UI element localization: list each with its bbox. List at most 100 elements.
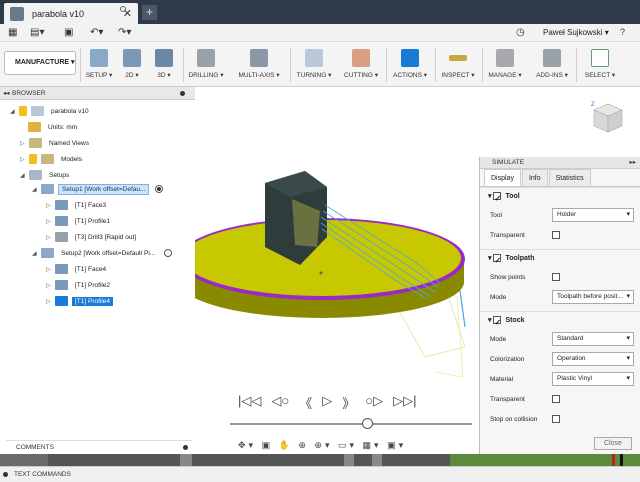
viewports-icon[interactable]: ▣▾	[387, 440, 406, 450]
operation-node[interactable]: ▷ [T1] Face3	[46, 198, 109, 212]
manage-group[interactable]: MANAGE ▾	[485, 45, 525, 85]
lightbulb-icon[interactable]	[29, 154, 37, 164]
tool-section[interactable]: ▾ Tool	[480, 187, 640, 208]
text-commands-icon[interactable]	[3, 472, 8, 477]
show-points-checkbox[interactable]	[552, 272, 560, 281]
expand-icon[interactable]: ◢	[10, 108, 19, 115]
grid-icon[interactable]: ▦▾	[363, 440, 382, 450]
zoom-window-icon[interactable]: ⊕▾	[314, 440, 332, 450]
named-views-node[interactable]: ▷ Named Views	[20, 136, 92, 150]
go-to-end-icon[interactable]: ▷▷|	[393, 393, 416, 412]
save-icon[interactable]: ▣	[64, 27, 73, 38]
tool-select[interactable]: Holder	[552, 208, 634, 222]
drilling-group[interactable]: DRILLING ▾	[186, 45, 226, 85]
simulation-timeline[interactable]	[0, 454, 640, 466]
browser-pin-icon[interactable]	[180, 91, 185, 96]
tab-display[interactable]: Display	[484, 169, 521, 186]
operation-node[interactable]: ▷ [T1] Profile1	[46, 214, 113, 228]
expand-icon[interactable]: ▷	[46, 298, 55, 305]
stock-section[interactable]: ▾ Stock	[480, 311, 640, 332]
setup2-node[interactable]: ◢ Setup2 [Work offset=Default Pi...	[32, 246, 173, 260]
operation-node[interactable]: ▷ [T1] Face4	[46, 262, 109, 276]
inspect-group[interactable]: INSPECT ▾	[438, 45, 478, 85]
look-at-icon[interactable]: ▣	[262, 440, 274, 450]
expand-icon[interactable]: ▷	[20, 140, 29, 147]
add-ins-group[interactable]: ADD-INS ▾	[532, 45, 572, 85]
rewind-icon[interactable]: 《	[299, 393, 312, 412]
expand-icon[interactable]: ▷	[46, 266, 55, 273]
simulation-slider-handle[interactable]	[362, 418, 373, 429]
models-node[interactable]: ▷ Models	[20, 152, 85, 166]
workspace-switcher[interactable]: MANUFACTURE ▾	[4, 51, 76, 75]
expand-icon[interactable]: ▷	[46, 234, 55, 241]
comments-panel[interactable]: COMMENTS	[6, 440, 192, 453]
lightbulb-icon[interactable]	[19, 106, 27, 116]
setups-node[interactable]: ◢ Setups	[20, 168, 72, 182]
multi-axis-group[interactable]: MULTI-AXIS ▾	[234, 45, 284, 85]
3d-group-label: 3D ▾	[157, 72, 171, 79]
zoom-icon[interactable]: ⊕	[298, 440, 309, 450]
expand-icon[interactable]: ▷	[20, 156, 29, 163]
stop-on-collision-checkbox[interactable]	[552, 414, 560, 423]
units-node[interactable]: Units: mm	[28, 120, 80, 134]
step-back-icon[interactable]: ◁○	[271, 393, 289, 412]
expand-icon[interactable]: ▷	[46, 202, 55, 209]
tool-transparent-checkbox[interactable]	[552, 230, 560, 239]
collapse-icon[interactable]: ◂◂	[3, 87, 10, 100]
expand-icon[interactable]: ▷	[46, 282, 55, 289]
tab-info[interactable]: Info	[521, 169, 548, 186]
stock-transparent-checkbox[interactable]	[552, 394, 560, 403]
select-group[interactable]: SELECT ▾	[580, 45, 620, 85]
browser-header[interactable]: ◂◂ BROWSER	[0, 87, 195, 100]
fast-forward-icon[interactable]: 》	[342, 393, 355, 412]
new-tab-button[interactable]: +	[142, 5, 157, 20]
actions-group[interactable]: ACTIONS ▾	[389, 45, 431, 85]
colorization-select[interactable]: Operation	[552, 352, 634, 366]
stock-checkbox[interactable]	[493, 314, 502, 332]
go-to-start-icon[interactable]: |◁◁	[238, 393, 261, 412]
expand-panel-icon[interactable]: ▸▸	[629, 157, 636, 169]
tab-statistics[interactable]: Statistics	[548, 169, 591, 186]
help-icon[interactable]: ?	[620, 27, 625, 37]
2d-group[interactable]: 2D ▾	[118, 45, 146, 85]
toolpath-section[interactable]: ▾ Toolpath	[480, 249, 640, 270]
tool-checkbox[interactable]	[493, 190, 502, 208]
document-tab[interactable]: parabola v10 ✕	[4, 3, 138, 24]
step-forward-icon[interactable]: ○▷	[365, 393, 383, 412]
comments-add-icon[interactable]	[183, 445, 188, 450]
display-settings-icon[interactable]: ▭▾	[338, 440, 357, 450]
toolpath-checkbox[interactable]	[493, 252, 502, 270]
job-status-icon[interactable]: ◷	[516, 27, 525, 38]
expand-icon[interactable]: ◢	[32, 186, 41, 193]
orbit-icon[interactable]: ✥▾	[238, 440, 256, 450]
active-setup-radio[interactable]	[155, 185, 164, 193]
3d-group[interactable]: 3D ▾	[150, 45, 178, 85]
tree-root[interactable]: ◢ parabola v10	[10, 104, 92, 118]
simulation-slider[interactable]	[230, 423, 472, 425]
operation-node[interactable]: ▷ [T1] Profile2	[46, 278, 113, 292]
setup1-node[interactable]: ◢ Setup1 [Work offset=Defau...	[32, 182, 164, 196]
file-menu-icon[interactable]: ▤▾	[30, 27, 44, 38]
toolpath-mode-select[interactable]: Toolpath before posit...	[552, 290, 634, 304]
user-account-menu[interactable]: Paweł Sujkowski ▾	[543, 28, 609, 37]
viewcube[interactable]: Z	[590, 100, 624, 134]
play-icon[interactable]: ▷	[322, 393, 332, 412]
undo-icon[interactable]: ↶▾	[90, 27, 103, 38]
setup-group[interactable]: SETUP ▾	[82, 45, 116, 85]
operation-node[interactable]: ▷ [T3] Drill3 [Rapid out]	[46, 230, 139, 244]
pan-icon[interactable]: ✋	[279, 440, 293, 450]
setup-radio[interactable]	[164, 249, 173, 257]
expand-icon[interactable]: ◢	[20, 172, 29, 179]
turning-group[interactable]: TURNING ▾	[293, 45, 335, 85]
stock-mode-select[interactable]: Standard	[552, 332, 634, 346]
text-commands-bar[interactable]: TEXT COMMANDS	[0, 466, 640, 482]
expand-icon[interactable]: ▷	[46, 218, 55, 225]
material-select[interactable]: Plastic Vinyl	[552, 372, 634, 386]
expand-icon[interactable]: ◢	[32, 250, 41, 257]
operation-node-selected[interactable]: ▷ [T1] Profile4	[46, 294, 114, 308]
redo-icon[interactable]: ↷▾	[118, 27, 131, 38]
cutting-group[interactable]: CUTTING ▾	[340, 45, 382, 85]
simulate-header[interactable]: SIMULATE ▸▸	[480, 157, 640, 169]
app-menu-icon[interactable]: ▦	[8, 27, 17, 38]
close-button[interactable]: Close	[594, 437, 632, 450]
